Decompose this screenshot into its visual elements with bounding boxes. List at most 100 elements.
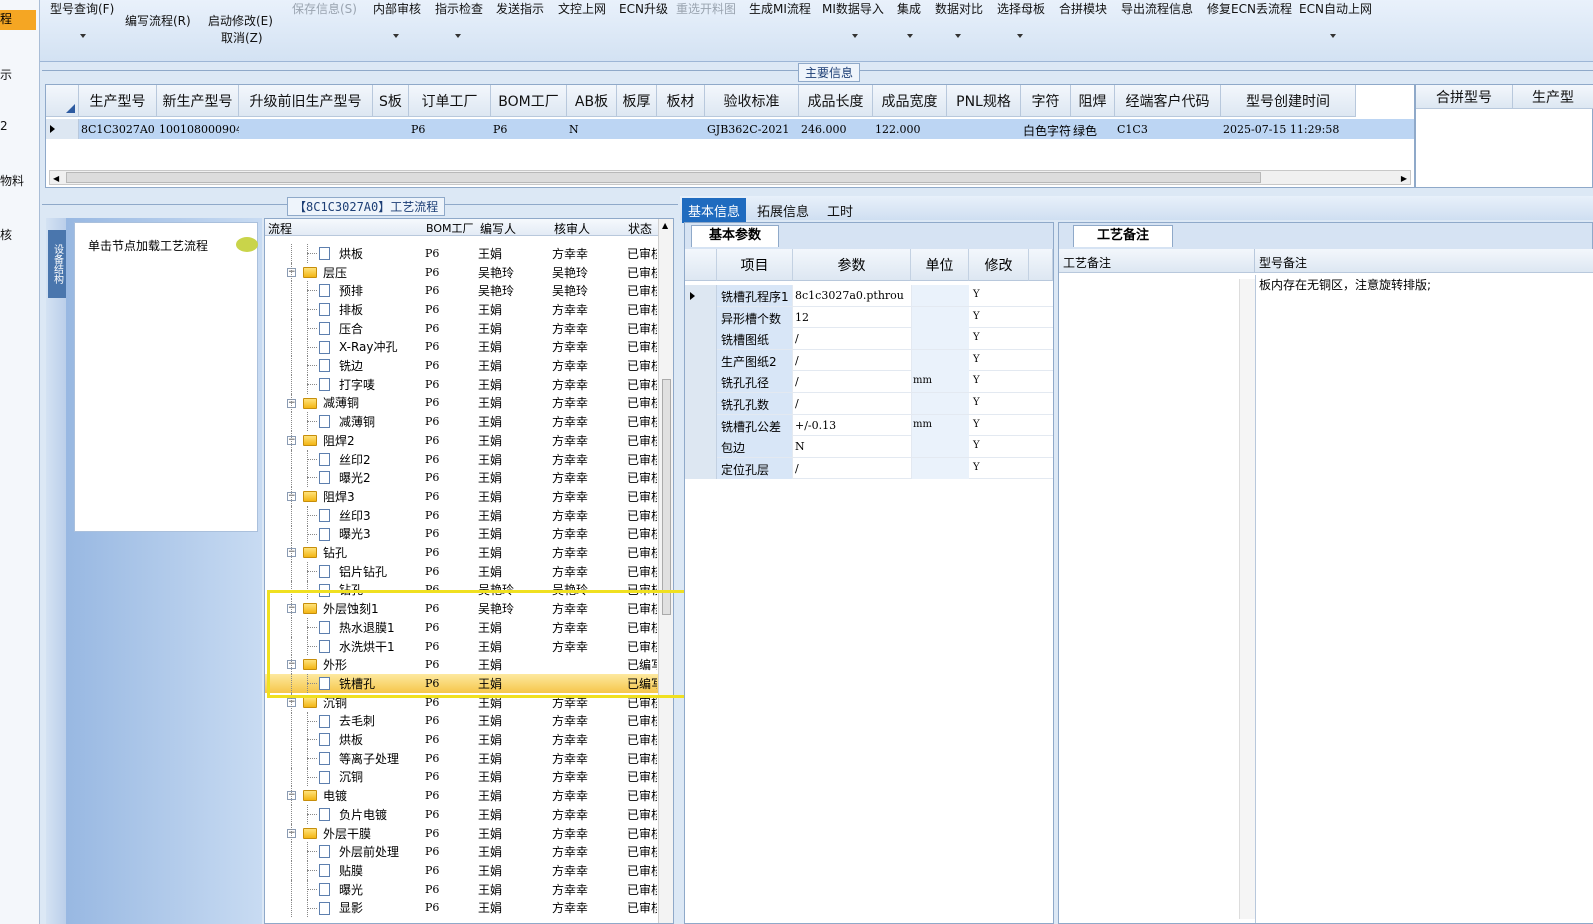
horizontal-scrollbar[interactable]: ◀ ▶ [49,170,1411,185]
column-header[interactable]: 验收标准 [705,85,799,117]
tab-work-hours[interactable]: 工时 [821,198,859,223]
write-flow-button[interactable]: 编写流程(R) [125,12,191,29]
column-header[interactable]: 单位 [911,249,969,281]
merge-module-button[interactable]: 合拼模块 [1059,0,1107,17]
param-value[interactable]: N [795,440,805,453]
save-info-button[interactable]: 保存信息(S) [292,0,357,17]
column-header[interactable]: PNL规格 [947,85,1021,117]
tree-row[interactable]: 贴膜 P6 王娟 方幸幸 已审核 [265,861,673,880]
tree-row[interactable]: X-Ray冲孔 P6 王娟 方幸幸 已审核 [265,337,673,357]
table-cell[interactable]: 白色字符 [1023,122,1071,139]
left-nav-item[interactable]: 物料 [0,172,24,189]
tree-row[interactable]: 曝光 P6 王娟 方幸幸 已审核 [265,879,673,899]
chevron-down-icon[interactable] [1017,34,1023,38]
repair-ecn-flow-button[interactable]: 修复ECN丢流程 [1207,0,1292,17]
side-tab[interactable]: 设备结构 [48,230,66,298]
column-header[interactable]: 型号备注 [1255,249,1593,273]
param-row[interactable]: 铣孔孔数 / Y [685,393,1053,415]
tree-row[interactable]: 烘板 P6 王娟 方幸幸 已审核 [265,244,673,263]
column-header[interactable]: 生产型号 [79,85,157,117]
scroll-up-icon[interactable]: ▲ [662,221,668,230]
tree-row[interactable]: 烘板 P6 王娟 方幸幸 已审核 [265,730,673,749]
tab-basic-params[interactable]: 基本参数 [691,225,779,247]
cancel-button[interactable]: 取消(Z) [221,29,263,46]
row-header[interactable] [685,328,717,350]
tree-row[interactable]: 丝印2 P6 王娟 方幸幸 已审核 [265,449,673,469]
tree-row[interactable]: 压合 P6 王娟 方幸幸 已审核 [265,318,673,338]
param-row[interactable]: 铣槽孔公差 +/-0.13 mm Y [685,414,1053,437]
column-header[interactable]: S板 [373,85,409,117]
table-cell[interactable]: N [569,123,617,136]
param-value[interactable]: 12 [795,311,809,324]
row-header[interactable] [685,306,717,329]
tree-row[interactable]: −减薄铜P6王娟方幸幸已审核 [265,393,673,413]
ecn-auto-online-button[interactable]: ECN自动上网 [1299,0,1372,17]
column-header[interactable]: 项目 [717,249,793,281]
param-value[interactable]: / [795,462,799,475]
column-header[interactable]: 成品长度 [799,85,873,117]
instruction-check-button[interactable]: 指示检查 [435,0,483,17]
scroll-right-icon[interactable]: ▶ [1401,174,1407,183]
scroll-left-icon[interactable]: ◀ [53,174,59,183]
row-header[interactable] [685,414,717,437]
param-modify[interactable]: Y [973,332,980,343]
ecn-upgrade-button[interactable]: ECN升级 [619,0,668,17]
model-remark-text[interactable]: 板内存在无铜区，注意旋转排版; [1259,276,1431,293]
tree-row[interactable]: 曝光3 P6 王娟 方幸幸 已审核 [265,524,673,544]
table-cell[interactable]: GJB362C-2021 [707,123,799,136]
column-header[interactable]: 修改 [969,249,1029,281]
column-header[interactable]: 阻焊 [1071,85,1115,117]
chevron-down-icon[interactable] [955,34,961,38]
select-mother-board-button[interactable]: 选择母板 [997,0,1045,17]
tab-process-remarks[interactable]: 工艺备注 [1073,225,1173,247]
param-value[interactable]: / [795,354,799,367]
chevron-down-icon[interactable] [455,34,461,38]
param-row[interactable]: 铣槽孔程序1 8c1c3027a0.pthrou Y [685,285,1053,307]
scrollbar-thumb[interactable] [66,172,1261,183]
row-header[interactable] [685,457,717,480]
data-compare-button[interactable]: 数据对比 [935,0,983,17]
chevron-down-icon[interactable] [80,34,86,38]
param-modify[interactable]: Y [973,289,980,300]
tree-row[interactable]: 等离子处理 P6 王娟 方幸幸 已审核 [265,748,673,768]
column-header[interactable]: AB板 [567,85,617,117]
chevron-down-icon[interactable] [907,34,913,38]
param-row[interactable]: 异形槽个数 12 Y [685,306,1053,329]
column-header[interactable]: 板材 [657,85,705,117]
tree-row[interactable]: 丝印3 P6 王娟 方幸幸 已审核 [265,505,673,525]
model-query-button[interactable]: 型号查询(F) [50,0,114,17]
column-header[interactable]: 新生产型号 [157,85,239,117]
tree-row[interactable]: 显影 P6 王娟 方幸幸 已审核 [265,898,673,918]
param-modify[interactable]: Y [973,419,980,430]
column-header[interactable]: 合拼型号 [1416,85,1513,109]
param-value[interactable]: / [795,397,799,410]
param-row[interactable]: 定位孔层 / Y [685,457,1053,480]
param-row[interactable]: 包边 N Y [685,436,1053,458]
send-instruction-button[interactable]: 发送指示 [496,0,544,17]
left-nav-item[interactable]: 核 [0,226,12,243]
integrate-button[interactable]: 集成 [897,0,921,17]
column-header[interactable]: 状态 [628,220,652,237]
param-value[interactable]: +/-0.13 [795,419,836,432]
tree-row[interactable]: 打字唛 P6 王娟 方幸幸 已审核 [265,374,673,394]
left-nav-item[interactable]: 2 [0,119,8,133]
tree-row[interactable]: −外层干膜P6王娟方幸幸已审核 [265,823,673,843]
tab-extended-info[interactable]: 拓展信息 [751,198,815,223]
column-header[interactable]: BOM工厂 [491,85,567,117]
table-cell[interactable]: P6 [493,123,567,136]
doc-control-online-button[interactable]: 文控上网 [558,0,606,17]
reselect-cut-drawing-button[interactable]: 重选开料图 [676,0,736,17]
table-cell[interactable]: P6 [411,123,491,136]
param-modify[interactable]: Y [973,354,980,365]
param-row[interactable]: 生产图纸2 / Y [685,349,1053,372]
param-modify[interactable]: Y [973,462,980,473]
row-header[interactable] [685,349,717,372]
tree-row[interactable]: 沉铜 P6 王娟 方幸幸 已审核 [265,767,673,787]
param-value[interactable]: 8c1c3027a0.pthrou [795,289,904,302]
tree-row[interactable]: 预排 P6 吴艳玲 吴艳玲 已审核 [265,281,673,301]
tree-row[interactable]: −阻焊3P6王娟方幸幸已审核 [265,487,673,506]
tree-row[interactable]: 负片电镀 P6 王娟 方幸幸 已审核 [265,805,673,824]
row-header[interactable] [685,436,717,458]
param-value[interactable]: / [795,375,799,388]
mi-data-import-button[interactable]: MI数据导入 [822,0,884,17]
